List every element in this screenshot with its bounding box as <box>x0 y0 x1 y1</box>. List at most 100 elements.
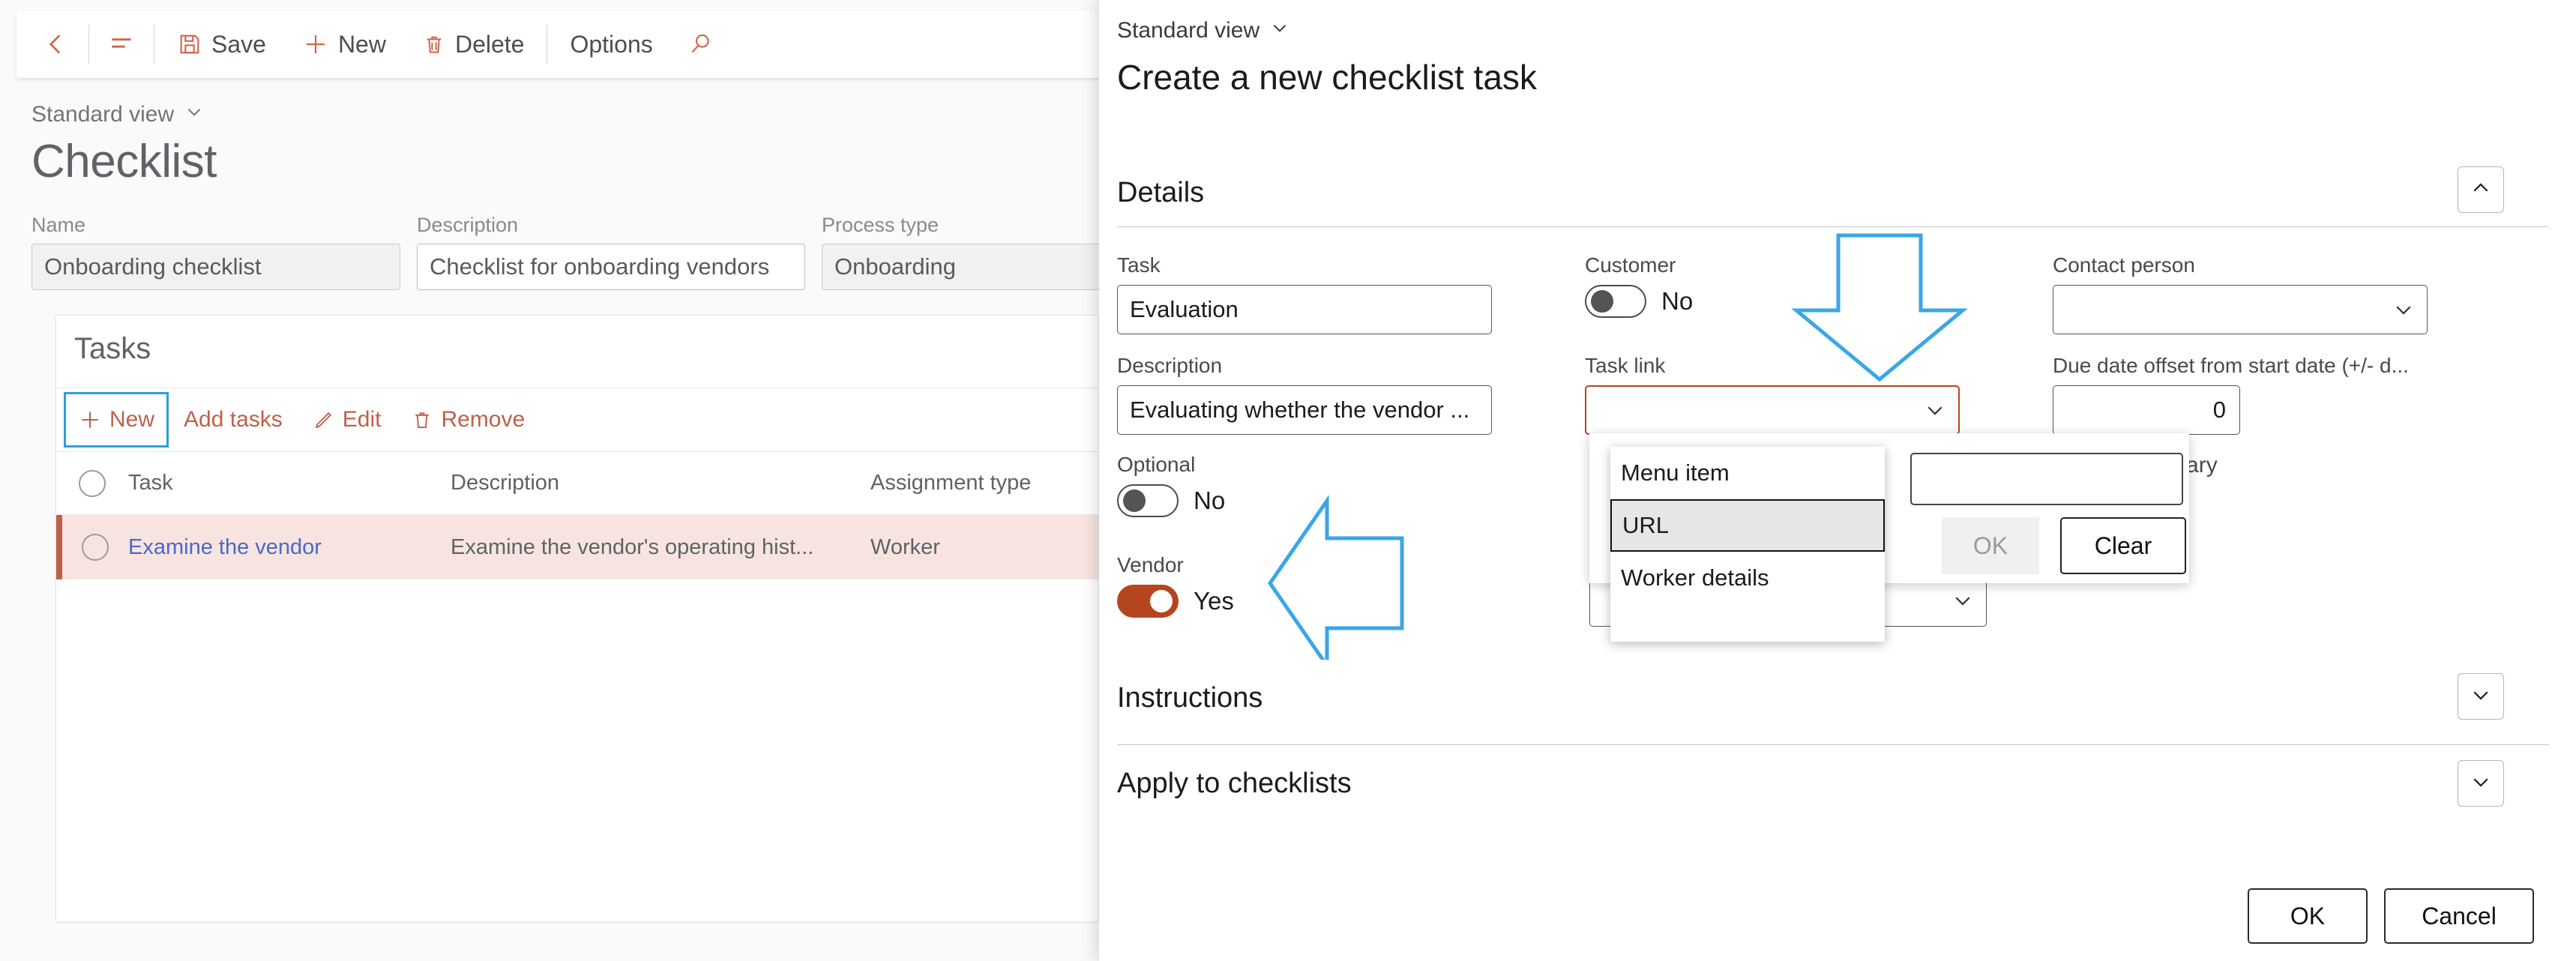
toggle-knob <box>1591 290 1613 313</box>
section-divider <box>1117 744 2549 745</box>
field-due-date-offset: Due date offset from start date (+/- d..… <box>2053 354 2409 435</box>
toolbar-divider <box>88 25 89 64</box>
task-link-combobox[interactable] <box>1585 385 1960 435</box>
optional-toggle[interactable] <box>1117 484 1179 517</box>
vendor-toggle-wrap: Yes <box>1117 585 1234 618</box>
field-contact-person: Contact person <box>2053 253 2428 334</box>
section-details-header[interactable]: Details <box>1117 177 2576 209</box>
column-header-description[interactable]: Description <box>451 471 870 495</box>
task-link-value-input[interactable] <box>1910 453 2183 505</box>
tasks-add-tasks-label: Add tasks <box>184 407 283 432</box>
field-description-label: Description <box>417 214 519 236</box>
tasks-edit-button[interactable]: Edit <box>298 392 397 448</box>
task-link-type-dropdown: Menu item URL Worker details <box>1610 447 1885 642</box>
dialog-ok-button[interactable]: OK <box>2248 888 2368 944</box>
field-task-link: Task link <box>1585 354 1960 435</box>
field-contact-person-label: Contact person <box>2053 253 2195 277</box>
tasks-section-title: Tasks <box>74 332 151 365</box>
screen: Save New Delete Options Standard view Ch… <box>0 0 2576 961</box>
dropdown-option-menu-item[interactable]: Menu item <box>1610 447 1885 499</box>
field-task: Task Evaluation <box>1117 253 1492 334</box>
search-icon <box>687 31 713 57</box>
column-header-assignment-type[interactable]: Assignment type <box>870 471 1095 495</box>
new-label: New <box>337 30 386 58</box>
contact-person-combobox[interactable] <box>2053 285 2428 334</box>
cell-description: Examine the vendor's operating hist... <box>451 534 814 559</box>
options-button[interactable]: Options <box>552 23 670 65</box>
section-details-toggle[interactable] <box>2458 166 2504 213</box>
task-input[interactable]: Evaluation <box>1117 285 1492 334</box>
dialog-cancel-button[interactable]: Cancel <box>2384 888 2534 944</box>
select-all-radio[interactable] <box>56 469 128 497</box>
trash-icon <box>411 409 433 431</box>
tasks-remove-label: Remove <box>441 407 526 432</box>
field-vendor-label: Vendor <box>1117 553 1184 576</box>
tasks-add-tasks-button[interactable]: Add tasks <box>169 392 298 448</box>
section-instructions-header[interactable]: Instructions <box>1117 682 2576 714</box>
delete-label: Delete <box>454 30 525 58</box>
radio-icon <box>82 534 109 561</box>
search-button[interactable] <box>671 23 729 65</box>
chevron-down-icon <box>2392 298 2415 321</box>
dialog-view-switcher[interactable]: Standard view <box>1117 18 1289 43</box>
save-button[interactable]: Save <box>159 23 284 65</box>
field-task-description: Description Evaluating whether the vendo… <box>1117 354 1492 435</box>
field-optional: Optional No <box>1117 453 1225 517</box>
dialog-title: Create a new checklist task <box>1117 58 1537 97</box>
plus-icon <box>302 31 329 58</box>
hamburger-icon <box>107 30 136 58</box>
process-type-input[interactable]: Onboarding <box>822 244 1099 290</box>
tasks-card: Tasks New Add tasks Edit Remove Task Des… <box>55 315 1099 922</box>
name-input[interactable]: Onboarding checklist <box>31 244 400 290</box>
section-instructions-toggle[interactable] <box>2458 673 2504 720</box>
table-row[interactable]: Examine the vendor Examine the vendor's … <box>56 515 1098 579</box>
tasks-action-bar: New Add tasks Edit Remove <box>56 388 1098 452</box>
customer-toggle[interactable] <box>1585 285 1646 318</box>
field-description: Description Checklist for onboarding ven… <box>417 214 805 290</box>
cell-assignment-type: Worker <box>870 534 940 559</box>
vendor-toggle[interactable] <box>1117 585 1179 618</box>
field-name-label: Name <box>31 214 86 236</box>
new-button[interactable]: New <box>284 23 404 65</box>
back-button[interactable] <box>34 23 84 65</box>
create-checklist-task-dialog: Standard view Create a new checklist tas… <box>1099 0 2576 961</box>
dropdown-option-worker-details[interactable]: Worker details <box>1610 552 1885 604</box>
customer-toggle-wrap: No <box>1585 285 1693 318</box>
field-due-date-offset-label: Due date offset from start date (+/- d..… <box>2053 354 2409 377</box>
description-input[interactable]: Checklist for onboarding vendors <box>417 244 805 290</box>
show-list-button[interactable] <box>94 23 149 65</box>
tasks-new-label: New <box>109 407 155 432</box>
section-details-label: Details <box>1117 177 1205 208</box>
customer-toggle-value: No <box>1661 287 1694 315</box>
options-label: Options <box>570 30 653 58</box>
lookup-ok-button[interactable]: OK <box>1942 517 2039 574</box>
cell-task[interactable]: Examine the vendor <box>128 535 451 560</box>
view-switcher[interactable]: Standard view <box>31 102 204 127</box>
view-switcher-label: Standard view <box>31 102 175 127</box>
tasks-new-button[interactable]: New <box>64 392 169 448</box>
delete-button[interactable]: Delete <box>404 23 543 65</box>
field-optional-label: Optional <box>1117 453 1196 476</box>
optional-toggle-value: No <box>1194 486 1226 514</box>
trash-icon <box>422 32 446 56</box>
tasks-remove-button[interactable]: Remove <box>396 392 540 448</box>
command-toolbar: Save New Delete Options <box>16 10 1099 78</box>
pencil-icon <box>313 409 335 431</box>
field-task-description-label: Description <box>1117 354 1223 377</box>
dropdown-option-url[interactable]: URL <box>1610 499 1885 552</box>
column-header-task[interactable]: Task <box>128 471 451 495</box>
task-description-input[interactable]: Evaluating whether the vendor ... <box>1117 385 1492 435</box>
field-task-link-label: Task link <box>1585 354 1666 377</box>
page-title: Checklist <box>31 136 217 187</box>
tasks-grid-header: Task Description Assignment type <box>56 452 1098 515</box>
dialog-view-switcher-label: Standard view <box>1117 18 1260 43</box>
plus-icon <box>78 408 102 432</box>
row-select-radio[interactable] <box>62 534 128 561</box>
section-apply-to-checklists-toggle[interactable] <box>2458 760 2504 807</box>
lookup-clear-button[interactable]: Clear <box>2060 517 2186 574</box>
field-customer-label: Customer <box>1585 253 1676 277</box>
chevron-up-icon <box>2470 177 2492 203</box>
toggle-knob <box>1150 590 1173 612</box>
due-date-offset-input[interactable]: 0 <box>2053 385 2240 435</box>
section-apply-to-checklists-header[interactable]: Apply to checklists <box>1117 768 2576 800</box>
